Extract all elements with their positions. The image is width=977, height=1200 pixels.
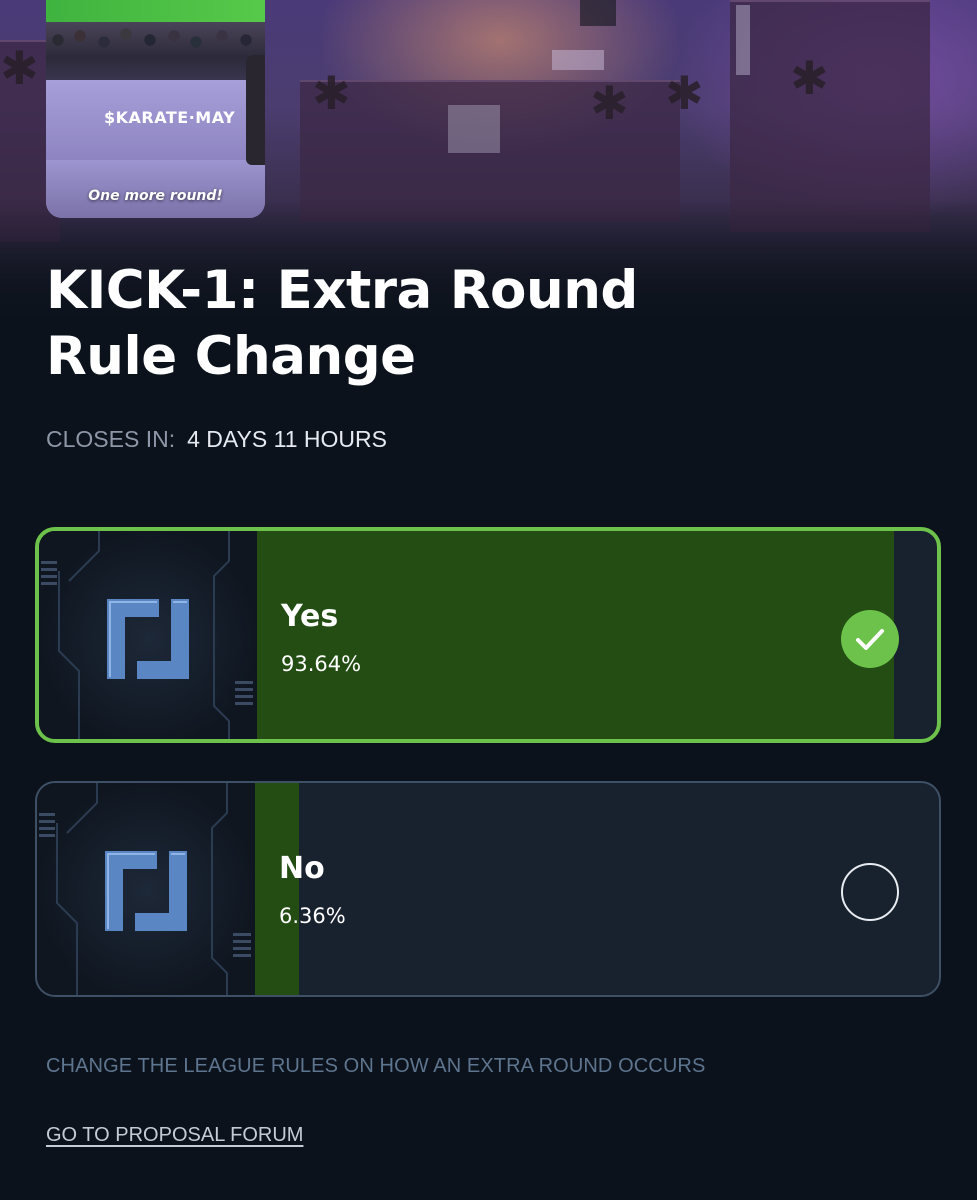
league-logo-icon xyxy=(107,599,189,679)
hero-sign xyxy=(580,0,616,26)
thumbnail-caption: One more round! xyxy=(88,188,223,204)
palm-tree: ✱ xyxy=(312,67,351,119)
vote-bar-fill xyxy=(255,783,299,995)
closes-in-label: CLOSES IN: xyxy=(46,426,176,452)
proposal-thumbnail: $KARATE·MAY One more round! xyxy=(46,0,265,218)
hero-window xyxy=(736,5,750,75)
league-logo-icon xyxy=(105,851,187,931)
option-label: Yes xyxy=(281,599,339,634)
palm-tree: ✱ xyxy=(790,52,829,104)
palm-tree: ✱ xyxy=(665,67,704,119)
thumbnail-crowd xyxy=(46,22,265,82)
hero-building xyxy=(730,0,930,232)
page-title: KICK-1: Extra Round Rule Change xyxy=(46,260,638,387)
vote-option-no[interactable]: No 6.36% xyxy=(35,781,941,997)
checkmark-icon[interactable] xyxy=(841,610,899,668)
option-icon-panel xyxy=(37,783,255,995)
option-percent: 93.64% xyxy=(281,652,362,676)
palm-tree: ✱ xyxy=(590,77,629,129)
thumbnail-stage-text: $KARATE·MAY xyxy=(104,108,236,127)
hero-sign xyxy=(552,50,604,70)
proposal-forum-link[interactable]: GO TO PROPOSAL FORUM xyxy=(46,1124,303,1147)
palm-tree: ✱ xyxy=(0,42,39,94)
closes-in: CLOSES IN: 4 DAYS 11 HOURS xyxy=(46,425,387,453)
vote-option-yes[interactable]: Yes 93.64% xyxy=(35,527,941,743)
thumbnail-figure xyxy=(246,55,265,165)
empty-radio-icon[interactable] xyxy=(841,863,899,921)
vote-bar-fill xyxy=(257,531,894,739)
option-icon-panel xyxy=(39,531,257,739)
hero-window xyxy=(448,105,500,153)
proposal-description: CHANGE THE LEAGUE RULES ON HOW AN EXTRA … xyxy=(46,1055,706,1077)
option-percent: 6.36% xyxy=(279,904,346,928)
option-label: No xyxy=(279,851,325,886)
closes-in-value: 4 DAYS 11 HOURS xyxy=(187,426,387,452)
